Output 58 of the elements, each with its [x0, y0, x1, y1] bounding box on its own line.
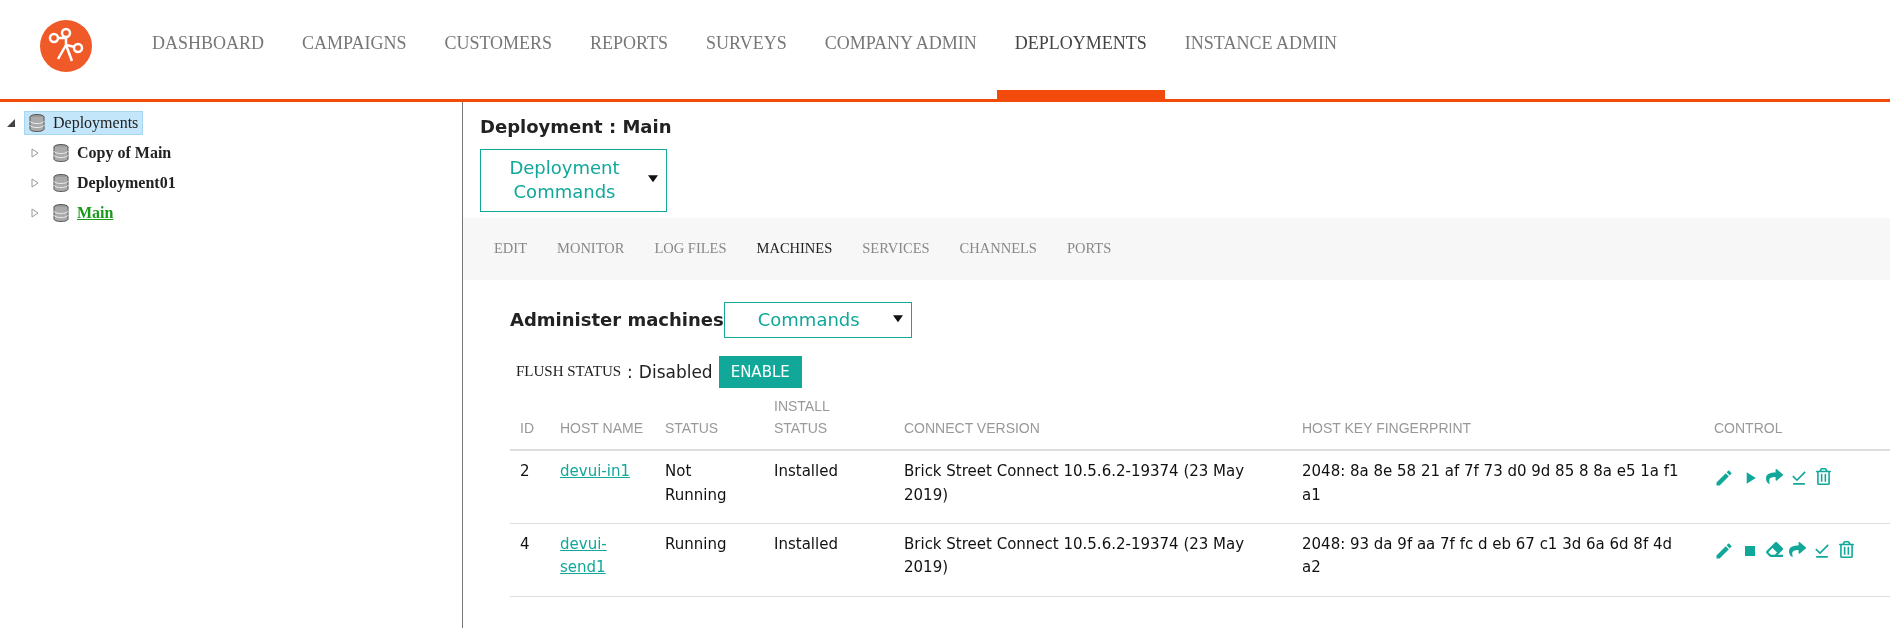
section-tab[interactable]: PORTS [1051, 240, 1127, 258]
flush-status-value: Disabled [638, 361, 713, 382]
deployment-commands-dropdown[interactable]: Deployment Commands [480, 149, 667, 212]
flush-separator: : [627, 361, 633, 382]
section-title: Administer machines [510, 309, 724, 331]
tree-node[interactable]: Deployment01 [48, 171, 181, 195]
flush-status-label: FLUSH STATUS [516, 363, 622, 381]
collapsed-triangle-icon[interactable] [30, 208, 40, 218]
nav-tab[interactable]: DEPLOYMENTS [996, 0, 1165, 99]
table-cell: Running [665, 534, 727, 553]
section-tab[interactable]: MONITOR [542, 240, 640, 258]
tree-node[interactable]: Main [48, 201, 119, 225]
table-cell: Brick Street Connect 10.5.6.2-19374 (23 May 2019) [904, 462, 1245, 504]
nav-tab[interactable]: COMPANY ADMIN [806, 0, 995, 99]
table-cell: Installed [774, 534, 838, 553]
table-cell: Brick Street Connect 10.5.6.2-19374 (23 May 2019) [904, 534, 1245, 576]
table-cell: 2 [520, 462, 530, 481]
trash-icon[interactable] [1838, 540, 1855, 561]
table-cell: 2048: 93 da 9f aa 7f fc d eb 67 c1 3d 6a 6d 8f 4d a2 [1302, 534, 1672, 576]
database-icon [53, 204, 69, 222]
enable-button[interactable]: ENABLE [718, 355, 802, 388]
section-tab[interactable]: SERVICES [847, 240, 945, 258]
table-cell: 2048: 8a 8e 58 21 af 7f 73 d0 9d 85 8 8a e5 1a f1 a1 [1302, 462, 1679, 504]
section-tab[interactable]: MACHINES [741, 240, 848, 258]
table-cell: Installed [774, 462, 838, 481]
column-header: HOST KEY FINGERPRINT [1302, 419, 1472, 436]
table-cell: Not Running [665, 462, 727, 504]
collapsed-triangle-icon[interactable] [30, 148, 40, 158]
nav-tab[interactable]: INSTANCE ADMIN [1166, 0, 1355, 99]
section-tab[interactable]: CHANNELS [944, 240, 1052, 258]
tree-node[interactable]: Deployments [24, 111, 144, 135]
page-title: Deployment : Main [480, 116, 673, 137]
stacked-database-icon [29, 114, 45, 132]
table-cell: 4 [520, 534, 530, 553]
pencil-icon[interactable] [1714, 540, 1734, 561]
nav-tab[interactable]: CAMPAIGNS [284, 0, 425, 99]
nav-tab[interactable]: CUSTOMERS [426, 0, 571, 99]
nav-tab[interactable]: DASHBOARD [134, 0, 283, 99]
column-header: HOST NAME [560, 419, 643, 436]
expanded-triangle-icon[interactable] [6, 118, 16, 128]
collapsed-triangle-icon[interactable] [30, 178, 40, 188]
column-header: CONTROL [1714, 419, 1783, 436]
section-tab[interactable]: LOG FILES [639, 240, 742, 258]
column-header: INSTALL STATUS [774, 397, 830, 436]
column-header: ID [520, 419, 534, 436]
tree-node[interactable]: Copy of Main [48, 141, 177, 165]
column-header: CONNECT VERSION [904, 419, 1040, 436]
logo-icon[interactable] [40, 20, 92, 72]
host-link[interactable]: devui-send1 [560, 532, 645, 580]
commands-dropdown[interactable]: Commands [723, 301, 912, 338]
nav-tab[interactable]: REPORTS [572, 0, 687, 99]
column-header: STATUS [665, 419, 719, 436]
pencil-icon[interactable] [1714, 468, 1734, 489]
database-icon [53, 144, 69, 162]
nav-tab[interactable]: SURVEYS [688, 0, 805, 99]
section-tab[interactable]: EDIT [479, 240, 542, 258]
database-icon [53, 174, 69, 192]
host-link[interactable]: devui-in1 [560, 460, 630, 484]
